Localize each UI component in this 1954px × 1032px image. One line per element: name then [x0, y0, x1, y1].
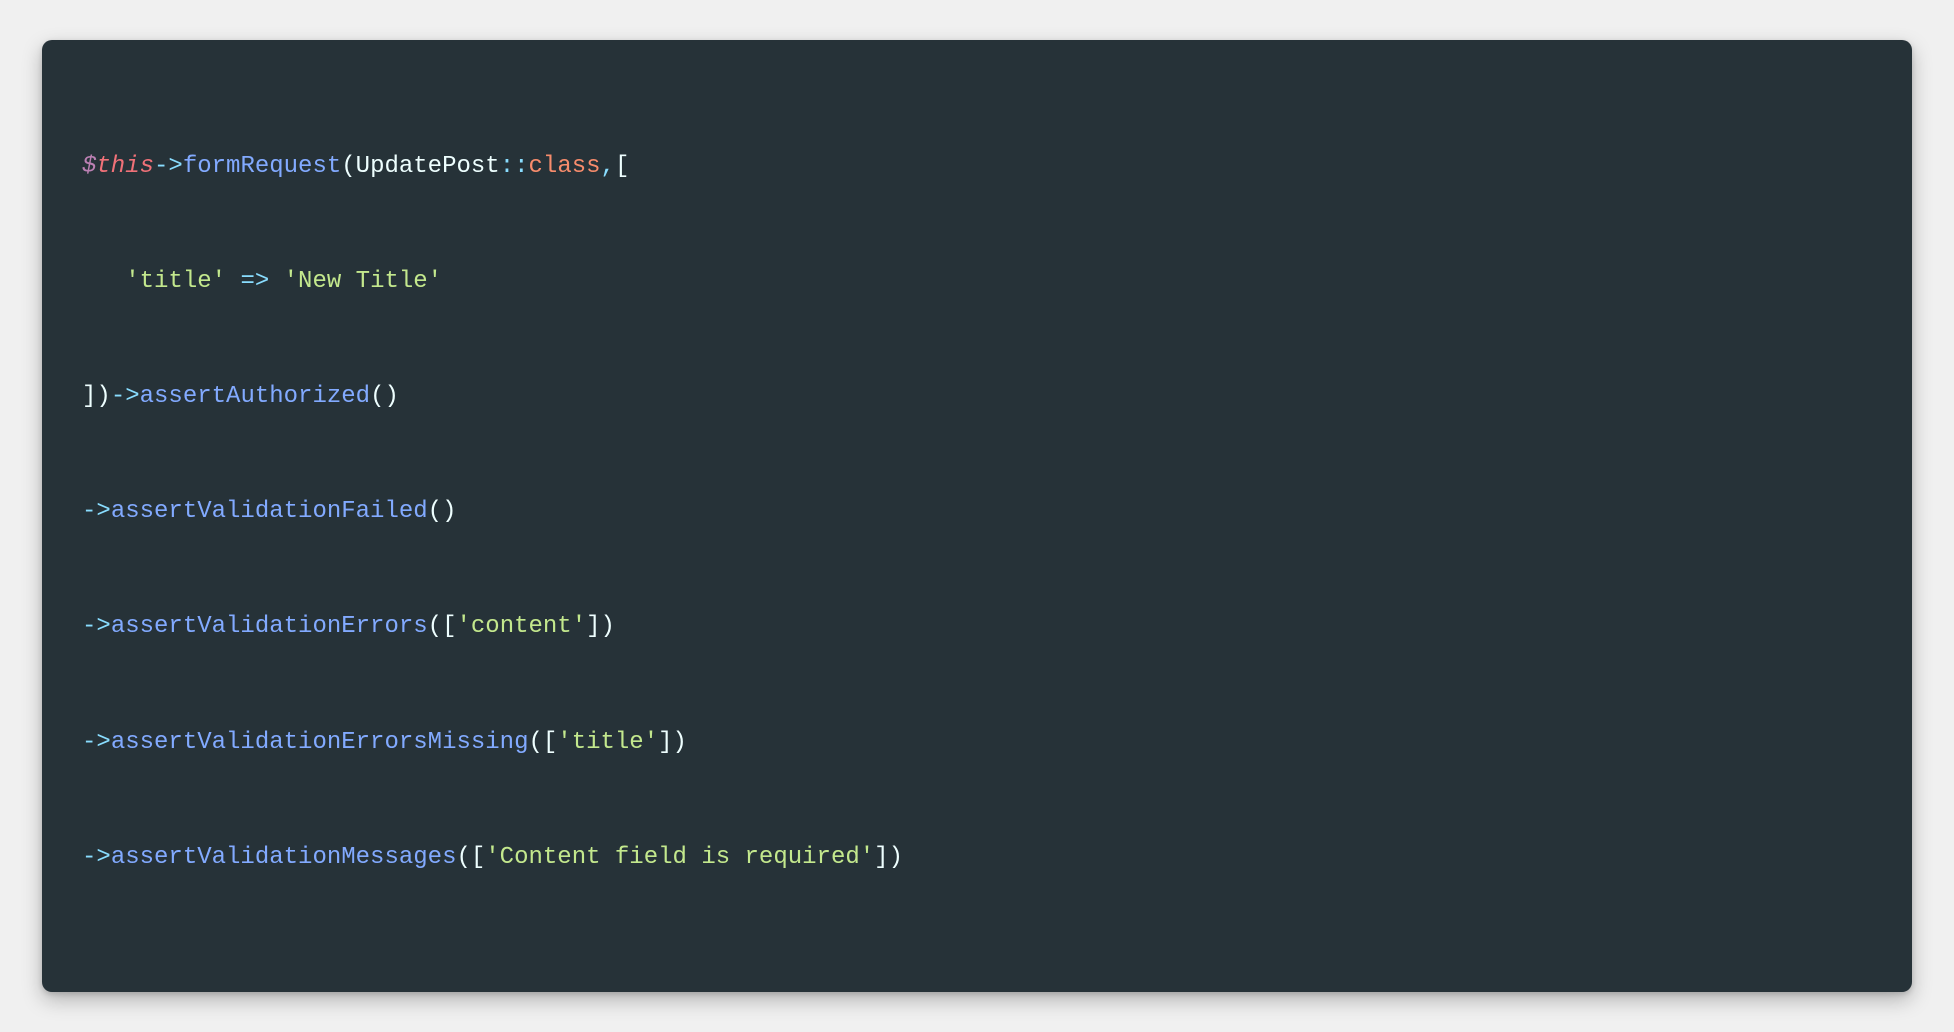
code-line-6: ->assertValidationErrorsMissing(['title'…: [82, 714, 1872, 772]
token-open-bracket: [: [471, 844, 485, 871]
token-open-paren: (: [428, 498, 442, 525]
code-line-1: $this->formRequest(UpdatePost::class,[: [82, 138, 1872, 196]
token-fat-arrow: =>: [240, 268, 269, 295]
token-string-title-key: 'title': [125, 268, 226, 295]
token-open-paren: (: [528, 729, 542, 756]
token-close-paren: ): [673, 729, 687, 756]
token-arrow: ->: [82, 729, 111, 756]
token-method-assertValidationErrorsMissing: assertValidationErrorsMissing: [111, 729, 529, 756]
token-close-paren: ): [601, 613, 615, 640]
code-block: $this->formRequest(UpdatePost::class,[ '…: [42, 40, 1912, 992]
token-close-bracket: ]: [586, 613, 600, 640]
token-open-bracket: [: [442, 613, 456, 640]
token-double-colon: ::: [500, 153, 529, 180]
token-comma: ,: [601, 153, 615, 180]
token-open-bracket: [: [615, 153, 629, 180]
token-class-keyword: class: [529, 153, 601, 180]
token-string-title-value: 'New Title': [284, 268, 442, 295]
token-arrow: ->: [82, 498, 111, 525]
code-line-7: ->assertValidationMessages(['Content fie…: [82, 829, 1872, 887]
token-open-paren: (: [341, 153, 355, 180]
token-open-bracket: [: [543, 729, 557, 756]
token-string-content: 'content': [456, 613, 586, 640]
token-open-paren: (: [428, 613, 442, 640]
token-arrow: ->: [154, 153, 183, 180]
code-line-2: 'title' => 'New Title': [82, 253, 1872, 311]
token-method-assertValidationFailed: assertValidationFailed: [111, 498, 428, 525]
code-line-4: ->assertValidationFailed(): [82, 483, 1872, 541]
token-method-assertValidationErrors: assertValidationErrors: [111, 613, 428, 640]
token-string-content-field-required: 'Content field is required': [485, 844, 874, 871]
token-close-bracket: ]: [874, 844, 888, 871]
token-method-assertValidationMessages: assertValidationMessages: [111, 844, 457, 871]
token-arrow: ->: [82, 613, 111, 640]
token-dollar: $: [82, 153, 96, 180]
token-close-paren: ): [384, 383, 398, 410]
code-line-5: ->assertValidationErrors(['content']): [82, 598, 1872, 656]
token-close-bracket: ]: [658, 729, 672, 756]
code-line-3: ])->assertAuthorized(): [82, 368, 1872, 426]
token-close-paren: ): [442, 498, 456, 525]
token-method-assertAuthorized: assertAuthorized: [140, 383, 370, 410]
token-string-title: 'title': [557, 729, 658, 756]
token-open-paren: (: [456, 844, 470, 871]
token-close-paren: ): [889, 844, 903, 871]
token-arrow: ->: [82, 844, 111, 871]
token-close-paren: ): [96, 383, 110, 410]
token-close-bracket: ]: [82, 383, 96, 410]
token-arrow: ->: [111, 383, 140, 410]
token-class-updatePost: UpdatePost: [356, 153, 500, 180]
token-open-paren: (: [370, 383, 384, 410]
token-method-formRequest: formRequest: [183, 153, 341, 180]
token-this: this: [96, 153, 154, 180]
